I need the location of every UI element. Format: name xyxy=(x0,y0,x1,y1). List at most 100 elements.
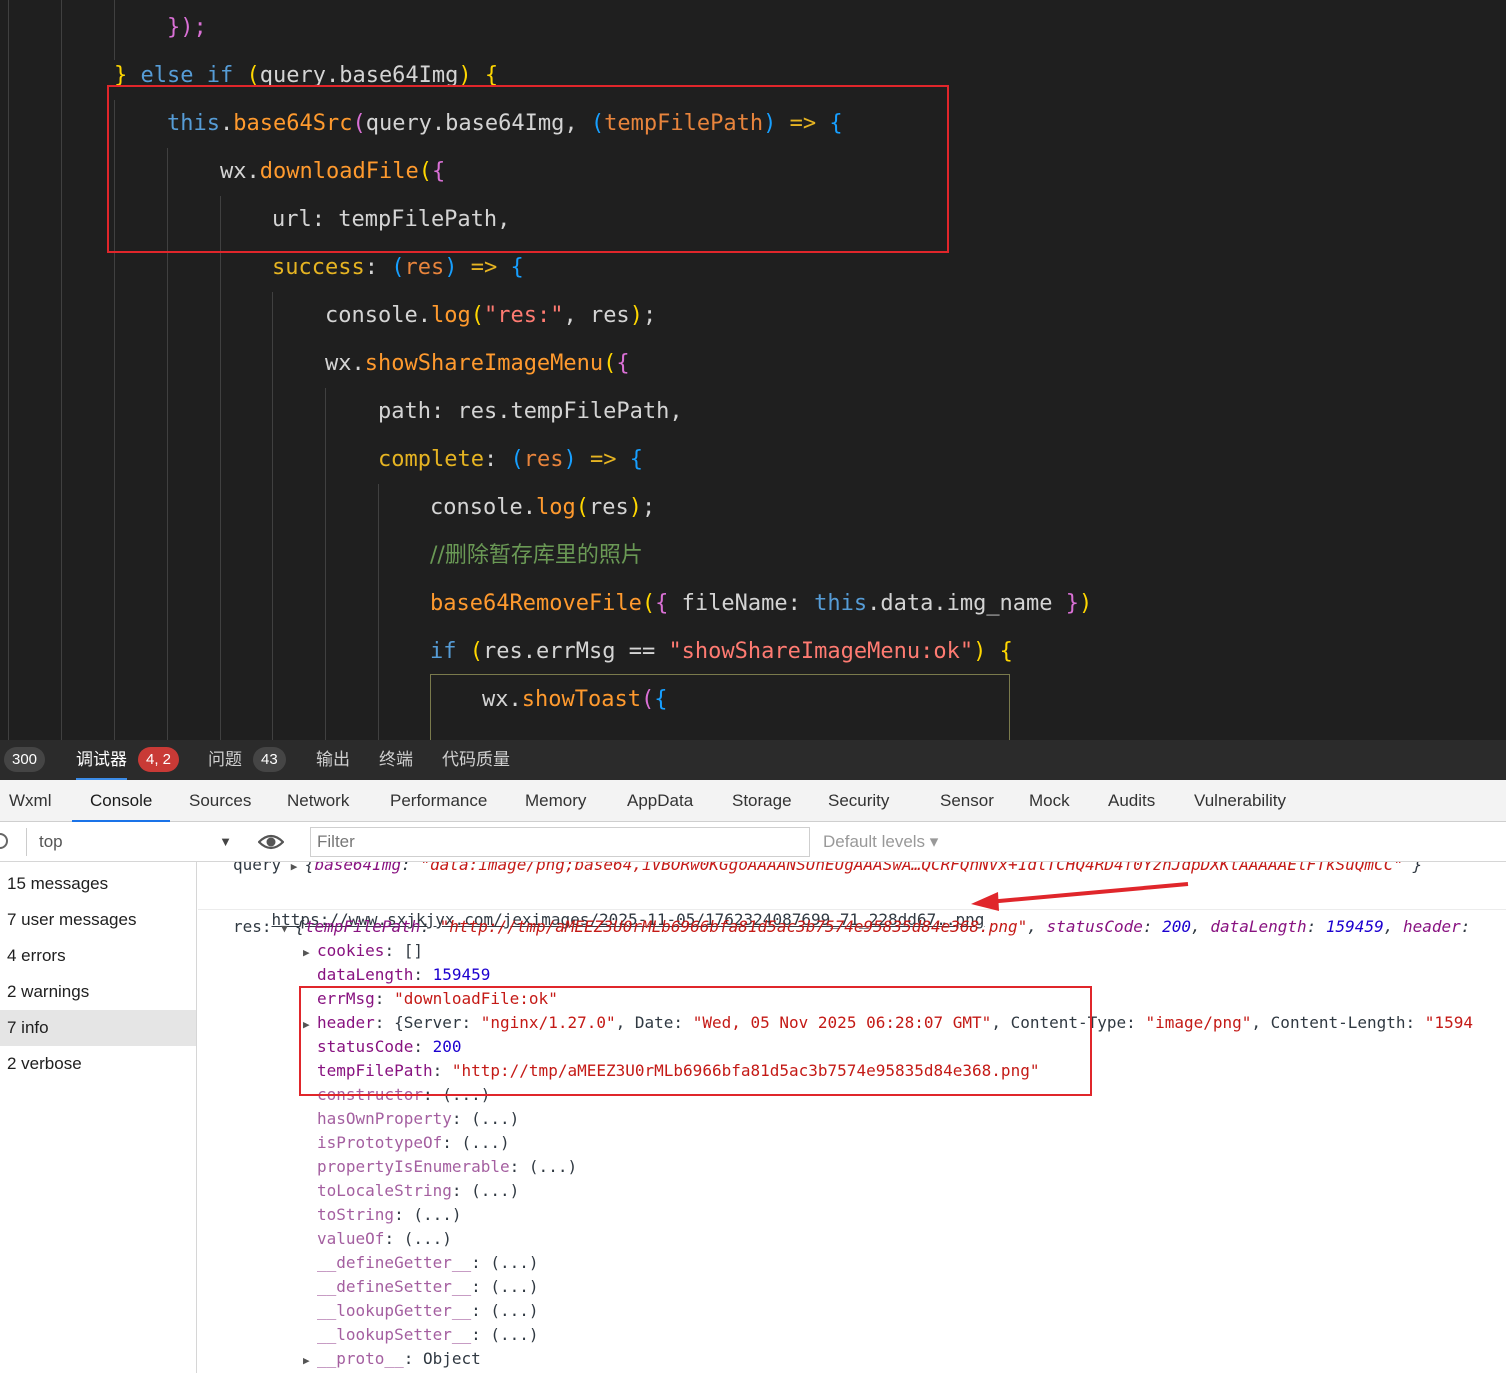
token: __defineGetter__ xyxy=(317,1253,472,1272)
expand-toggle-icon[interactable] xyxy=(303,1109,317,1133)
property-row[interactable]: valueOf: (...) xyxy=(303,1227,452,1251)
tab-performance[interactable]: Performance xyxy=(390,780,487,822)
log-url-line[interactable]: https://www.sxjkjyx.com/jeximages/2025-1… xyxy=(233,884,985,929)
property-row[interactable]: __defineGetter__: (...) xyxy=(303,1251,539,1275)
code-line[interactable]: wx.showShareImageMenu({ xyxy=(325,340,630,388)
sidebar-item-messages[interactable]: 15 messages xyxy=(0,866,196,902)
clear-console-icon[interactable] xyxy=(0,833,8,849)
expand-toggle-icon[interactable] xyxy=(303,1229,317,1253)
tab-vulnerability[interactable]: Vulnerability xyxy=(1194,780,1286,822)
tab-problems[interactable]: 问题 xyxy=(208,740,242,780)
tab-storage[interactable]: Storage xyxy=(732,780,792,822)
token: "showShareImageMenu:ok" xyxy=(668,639,974,664)
context-select[interactable]: top ▼ xyxy=(26,828,240,856)
code-line[interactable]: complete: (res) => { xyxy=(378,436,643,484)
tab-terminal[interactable]: 终端 xyxy=(379,740,413,780)
expand-toggle-icon[interactable]: ▼ xyxy=(281,917,295,941)
property-row[interactable]: ▶ cookies: [] xyxy=(303,939,423,963)
token: "1594 xyxy=(1424,1013,1473,1032)
token: __defineSetter__ xyxy=(317,1277,472,1296)
expand-toggle-icon[interactable]: ▶ xyxy=(303,941,317,965)
token: __lookupSetter__ xyxy=(317,1325,472,1344)
token: log xyxy=(535,495,576,520)
property-row[interactable]: __defineSetter__: (...) xyxy=(303,1275,539,1299)
sidebar-item-verbose[interactable]: 2 verbose xyxy=(0,1046,196,1082)
code-line[interactable]: if (res.errMsg == "showShareImageMenu:ok… xyxy=(430,628,1013,676)
filter-input[interactable] xyxy=(310,827,810,857)
token: { xyxy=(510,255,524,280)
code-line[interactable]: path: res.tempFilePath, xyxy=(378,388,683,436)
token: __lookupGetter__ xyxy=(317,1301,472,1320)
tab-mock[interactable]: Mock xyxy=(1029,780,1070,822)
expand-toggle-icon[interactable]: ▶ xyxy=(303,1349,317,1373)
indent-guide xyxy=(220,196,221,740)
token: ( xyxy=(391,255,405,280)
tab-sensor[interactable]: Sensor xyxy=(940,780,994,822)
code-line[interactable]: //删除暂存库里的照片 xyxy=(430,532,643,580)
log-query-object[interactable]: query ▶ {base64Img: "data:image/png;base6… xyxy=(233,862,1422,877)
sidebar-item-errors[interactable]: 4 errors xyxy=(0,938,196,974)
expand-toggle-icon[interactable] xyxy=(303,1277,317,1301)
property-row[interactable]: toLocaleString: (...) xyxy=(303,1179,519,1203)
token: ( xyxy=(641,591,656,616)
property-row[interactable]: isPrototypeOf: (...) xyxy=(303,1131,510,1155)
token: : xyxy=(420,917,440,936)
property-row[interactable]: toString: (...) xyxy=(303,1203,462,1227)
tab-console[interactable]: Console xyxy=(72,780,171,822)
tab-network[interactable]: Network xyxy=(287,780,349,822)
code-editor[interactable]: });} else if (query.base64Img) {this.bas… xyxy=(0,0,1506,740)
token: 159459 xyxy=(432,965,491,984)
token: { xyxy=(999,639,1013,664)
token: isPrototypeOf xyxy=(317,1133,443,1152)
expand-toggle-icon[interactable] xyxy=(303,1181,317,1205)
token: : xyxy=(401,862,421,874)
token: : (...) xyxy=(471,1301,539,1320)
expand-toggle-icon[interactable] xyxy=(303,1205,317,1229)
property-row[interactable]: propertyIsEnumerable: (...) xyxy=(303,1155,577,1179)
tab-sources[interactable]: Sources xyxy=(189,780,251,822)
expand-toggle-icon[interactable] xyxy=(303,1157,317,1181)
token: : (...) xyxy=(471,1277,539,1296)
code-line[interactable]: base64RemoveFile({ fileName: this.data.i… xyxy=(430,580,1092,628)
code-line[interactable]: }); xyxy=(167,4,207,52)
token: , xyxy=(1383,917,1403,936)
tab-security[interactable]: Security xyxy=(828,780,889,822)
expand-toggle-icon[interactable] xyxy=(303,1253,317,1277)
token: header xyxy=(1402,917,1461,936)
token: ( xyxy=(575,495,589,520)
log-res-object[interactable]: res: ▼ {tempFilePath: "http://tmp/aMEEZ3U… xyxy=(233,915,1480,939)
tab-audits[interactable]: Audits xyxy=(1108,780,1155,822)
console-sidebar: 15 messages 7 user messages 4 errors 2 w… xyxy=(0,862,197,1373)
bracket-scope-highlight xyxy=(430,674,1010,740)
token: ; xyxy=(642,303,657,328)
property-row[interactable]: dataLength: 159459 xyxy=(303,963,490,987)
expand-toggle-icon[interactable] xyxy=(303,1301,317,1325)
tab-wxml[interactable]: Wxml xyxy=(9,780,51,822)
property-row[interactable]: hasOwnProperty: (...) xyxy=(303,1107,519,1131)
token: complete xyxy=(378,447,484,472)
tab-code-quality[interactable]: 代码质量 xyxy=(442,740,510,780)
property-row[interactable]: __lookupGetter__: (...) xyxy=(303,1299,539,1323)
eye-icon[interactable] xyxy=(258,832,284,852)
sidebar-item-warnings[interactable]: 2 warnings xyxy=(0,974,196,1010)
tab-output[interactable]: 输出 xyxy=(316,740,350,780)
expand-toggle-icon[interactable] xyxy=(303,1133,317,1157)
log-levels-dropdown[interactable]: Default levels ▾ xyxy=(823,822,938,862)
expand-toggle-icon[interactable] xyxy=(303,1325,317,1349)
token: : xyxy=(413,965,433,984)
sidebar-item-info[interactable]: 7 info xyxy=(0,1010,196,1046)
tab-debugger[interactable]: 调试器 xyxy=(76,740,127,780)
console-output[interactable]: query ▶ {base64Img: "data:image/png;base6… xyxy=(198,862,1506,1373)
property-row[interactable]: ▶ __proto__: Object xyxy=(303,1347,481,1371)
code-line[interactable]: console.log("res:", res); xyxy=(325,292,656,340)
property-row[interactable]: __lookupSetter__: (...) xyxy=(303,1323,539,1347)
tab-memory[interactable]: Memory xyxy=(525,780,586,822)
sidebar-item-user-messages[interactable]: 7 user messages xyxy=(0,902,196,938)
code-line[interactable]: console.log(res); xyxy=(430,484,655,532)
tab-appdata[interactable]: AppData xyxy=(627,780,693,822)
token: ) xyxy=(563,447,577,472)
expand-toggle-icon[interactable]: ▶ xyxy=(291,862,305,879)
token: res: xyxy=(233,917,282,936)
